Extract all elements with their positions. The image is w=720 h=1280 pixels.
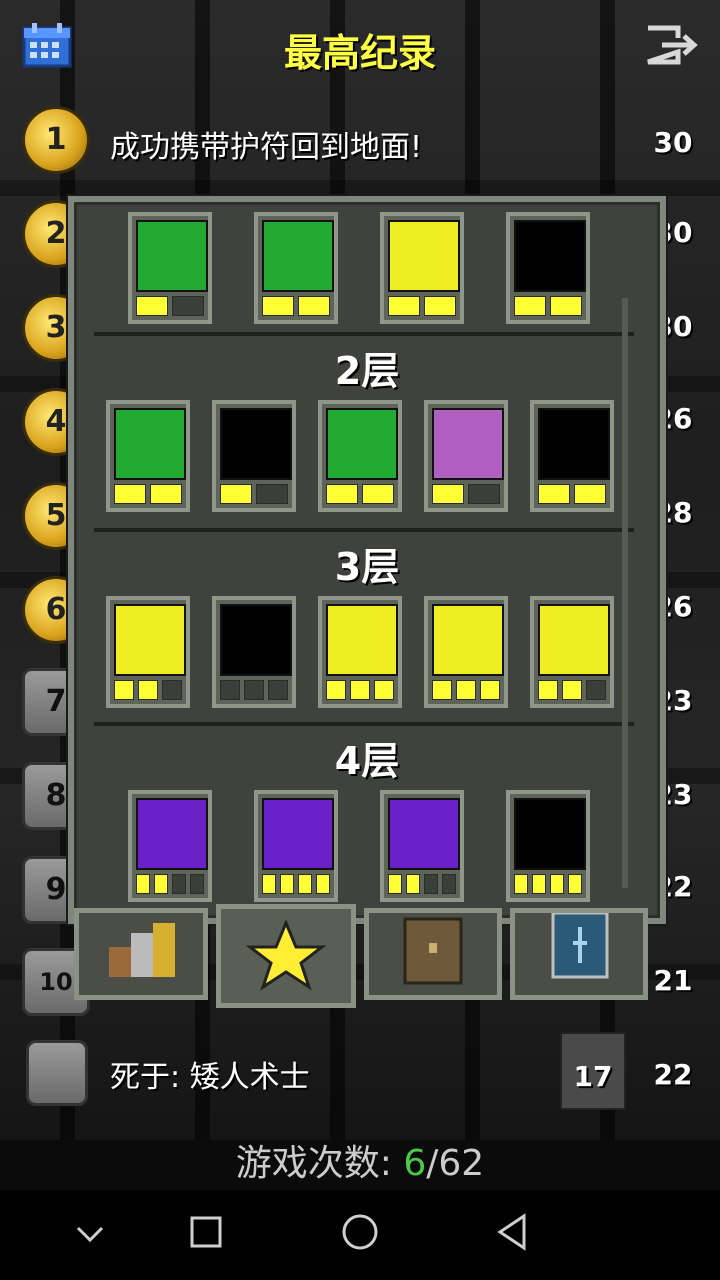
record-depth: 30 (653, 126, 693, 159)
badge[interactable] (318, 400, 402, 512)
rank-badge: 1 (22, 106, 90, 174)
pickaxe-icon (136, 798, 208, 870)
badges-window: 2层 3层 4层 (68, 196, 666, 924)
tab-rankings[interactable] (510, 908, 648, 1000)
section-divider (94, 528, 634, 532)
tab-badges[interactable] (216, 904, 356, 1008)
floor-label: 3层 (334, 545, 400, 589)
shield-icon (514, 220, 586, 292)
portrait-icon (551, 911, 609, 979)
record-depth: 22 (653, 1058, 693, 1091)
badge[interactable] (380, 790, 464, 902)
wand-battery-icon (538, 604, 610, 676)
badge[interactable] (254, 212, 338, 324)
badge[interactable] (530, 400, 614, 512)
scroll-icon (220, 408, 292, 480)
games-count: 游戏次数: 6/62 (0, 1134, 720, 1186)
games-label: 游戏次数: (235, 1143, 404, 1184)
badge[interactable] (106, 400, 190, 512)
floor-label: 2层 (334, 349, 400, 393)
tab-stats[interactable] (74, 908, 208, 1000)
hero-level: 17 (560, 1032, 626, 1110)
star-icon (245, 919, 327, 991)
pickaxe-icon (388, 798, 460, 870)
back-icon[interactable] (494, 1212, 530, 1252)
page-title: 最高纪录 (283, 31, 436, 75)
tab-journal[interactable] (364, 908, 502, 1000)
potion-icon (114, 408, 186, 480)
chevron-down-icon[interactable] (74, 1220, 106, 1248)
badge[interactable] (506, 212, 590, 324)
section-divider (94, 722, 634, 726)
section-divider (94, 332, 634, 336)
exit-icon[interactable] (644, 24, 704, 66)
arrow-right-icon (220, 604, 292, 676)
badge[interactable] (128, 790, 212, 902)
scrollbar[interactable] (622, 298, 628, 888)
wand-up-icon (326, 604, 398, 676)
wand-icon (432, 408, 504, 480)
wand-up-icon (114, 604, 186, 676)
record-description[interactable]: 成功携带护符回到地面! (110, 122, 422, 166)
pickaxe-icon (262, 798, 334, 870)
potion-icon (136, 220, 208, 292)
chest-icon (403, 917, 463, 985)
death-description[interactable]: 死于: 矮人术士 (110, 1052, 310, 1096)
badge[interactable] (530, 596, 614, 708)
badge[interactable] (254, 790, 338, 902)
badge[interactable] (424, 400, 508, 512)
badge[interactable] (506, 790, 590, 902)
wand-battery-icon (432, 604, 504, 676)
badge[interactable] (380, 212, 464, 324)
system-nav-bar (0, 1190, 720, 1280)
badge[interactable] (318, 596, 402, 708)
badge[interactable] (424, 596, 508, 708)
games-total: 62 (438, 1143, 485, 1184)
badge[interactable] (106, 596, 190, 708)
armor-icon (514, 798, 586, 870)
health-potion-icon (262, 220, 334, 292)
tombstone-icon (26, 1040, 88, 1106)
potion-icon (326, 408, 398, 480)
home-icon[interactable] (340, 1212, 380, 1252)
battery-icon (538, 408, 610, 480)
recents-icon[interactable] (188, 1214, 224, 1250)
floor-label: 4层 (334, 739, 400, 783)
record-depth: 21 (653, 964, 693, 997)
badge[interactable] (212, 400, 296, 512)
sword-icon (388, 220, 460, 292)
bar-chart-icon (109, 923, 175, 977)
badge[interactable] (212, 596, 296, 708)
games-separator: / (426, 1143, 439, 1184)
games-won: 6 (403, 1143, 427, 1184)
badge[interactable] (128, 212, 212, 324)
